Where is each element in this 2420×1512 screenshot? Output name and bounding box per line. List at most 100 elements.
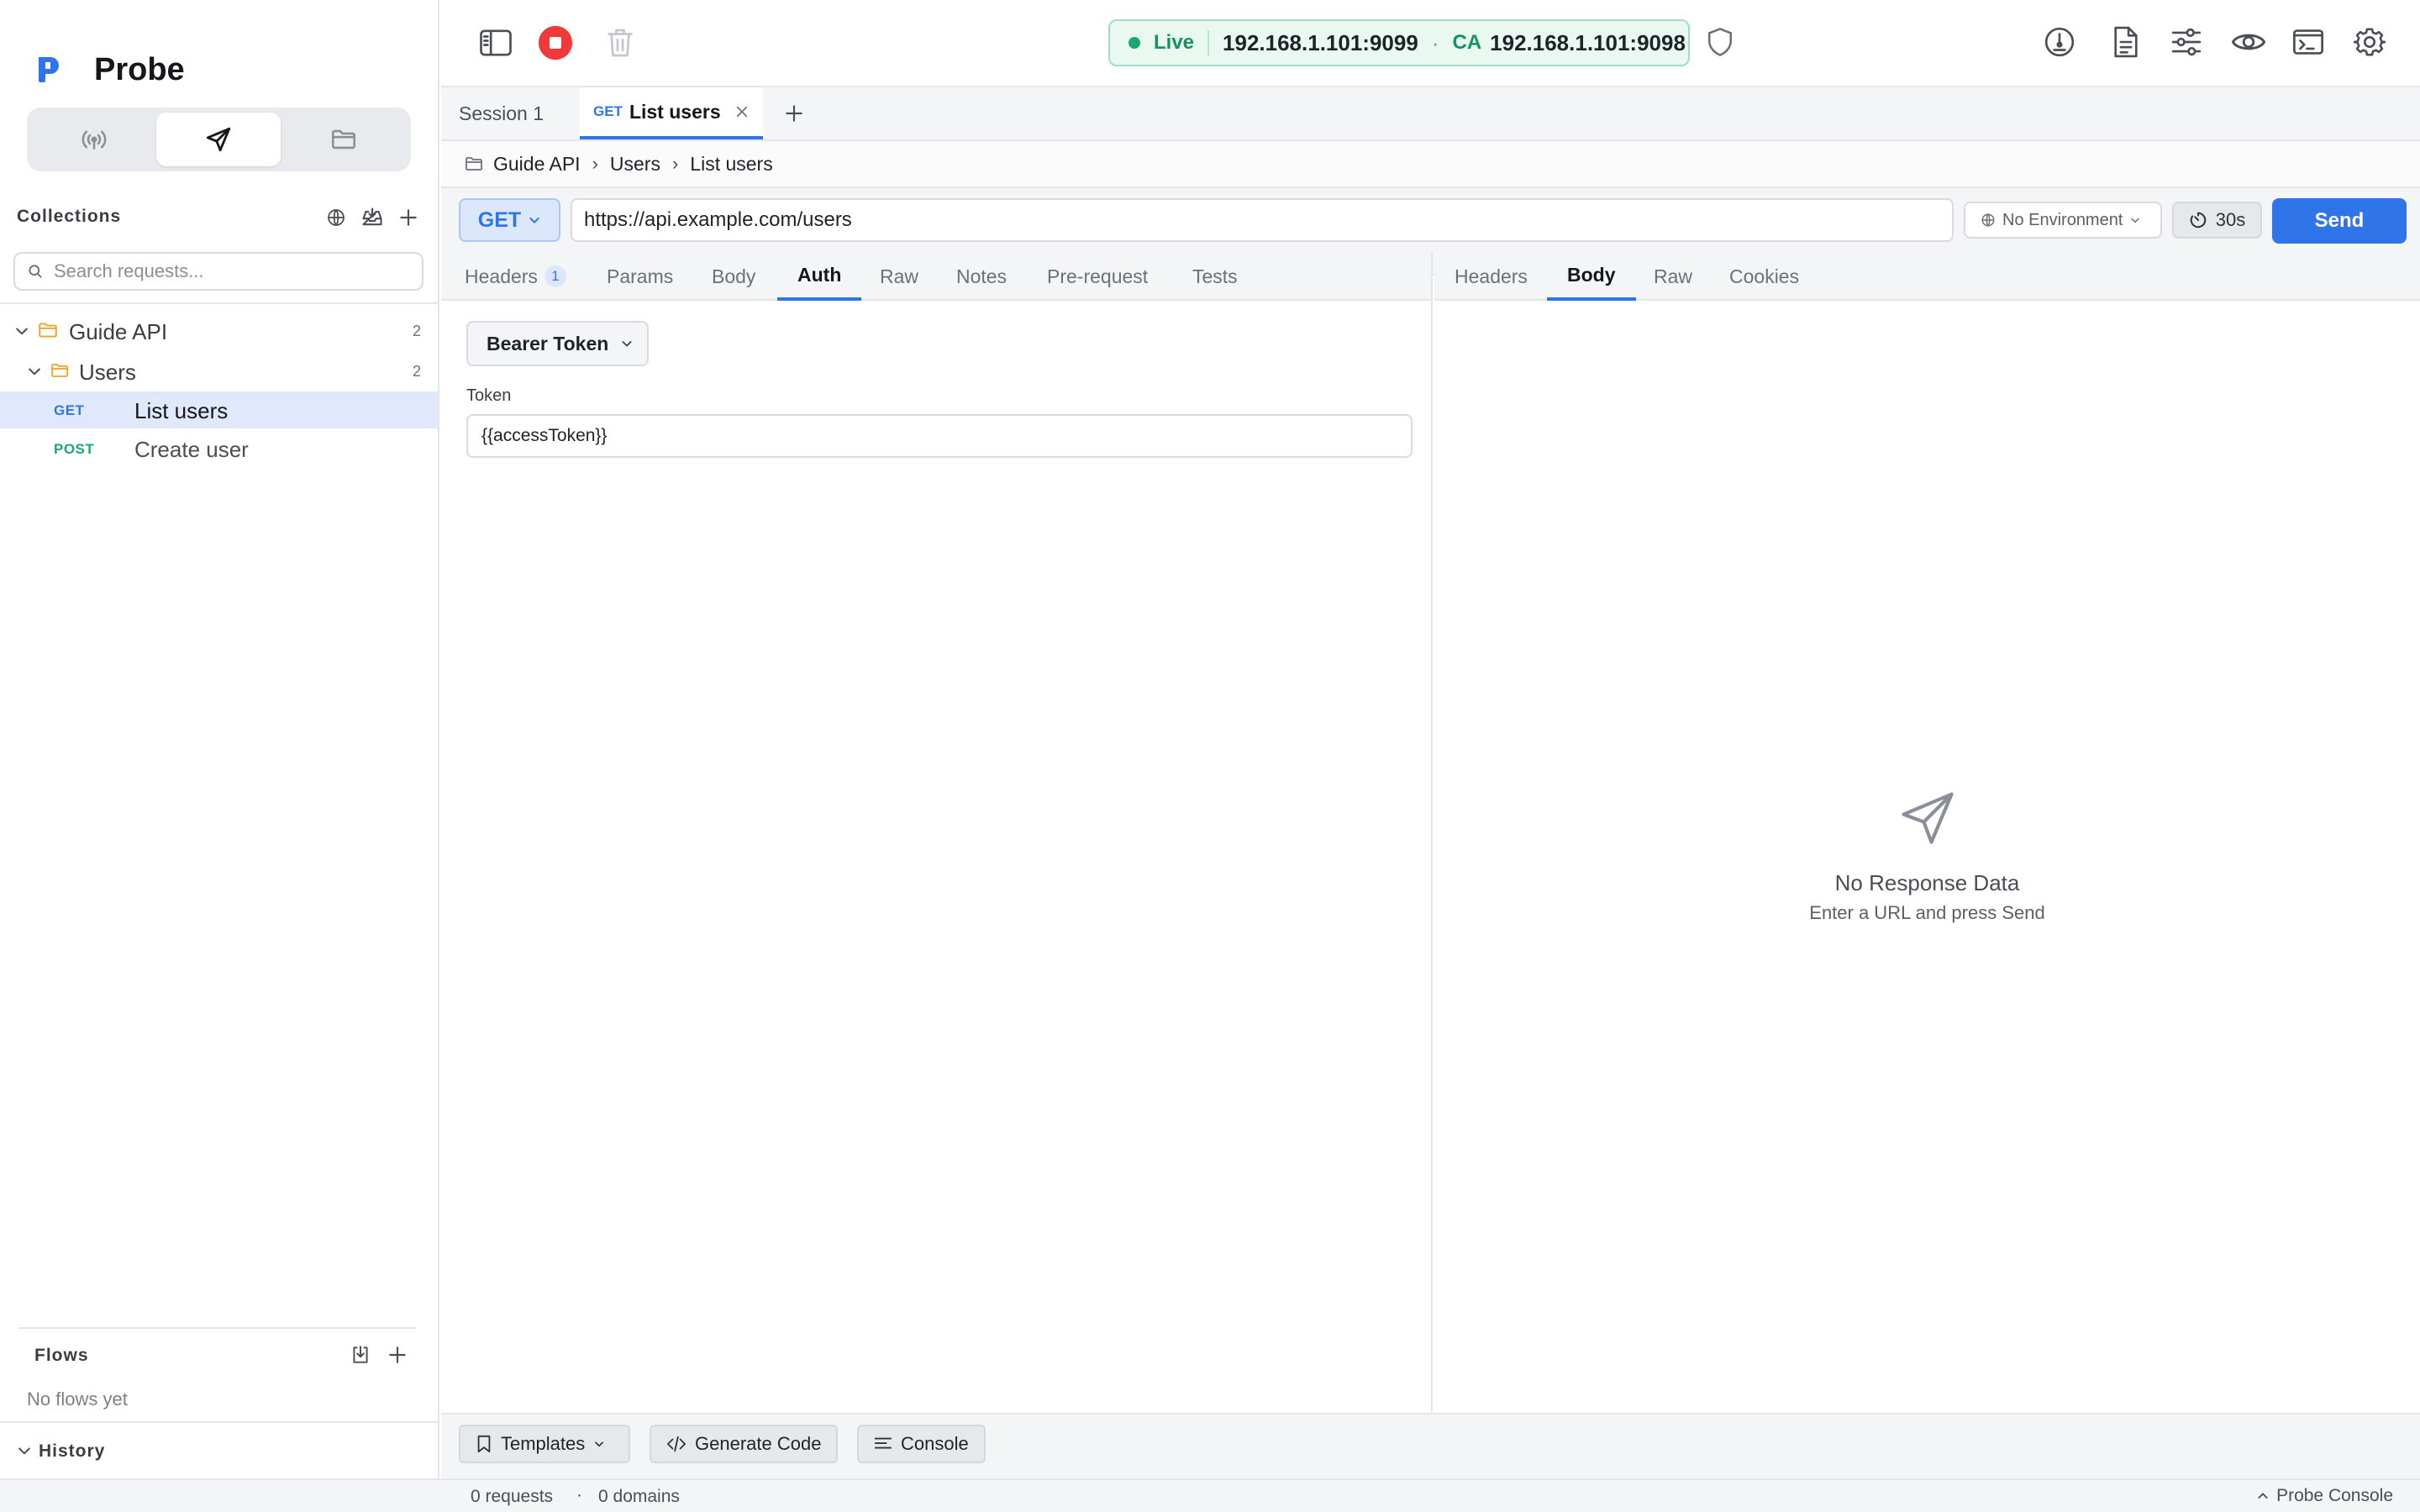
timeout-button[interactable]: 30s bbox=[2172, 202, 2262, 239]
breadcrumb-folder[interactable]: Users bbox=[610, 153, 660, 176]
live-separator bbox=[1207, 30, 1210, 55]
live-dot-icon bbox=[1128, 37, 1140, 49]
docs-button[interactable] bbox=[2105, 21, 2147, 63]
terminal-icon bbox=[2292, 28, 2324, 56]
send-button[interactable]: Send bbox=[2272, 198, 2407, 244]
performance-button[interactable] bbox=[2039, 21, 2081, 63]
live-label: Live bbox=[1154, 31, 1195, 54]
folder-users[interactable]: Users 2 bbox=[0, 353, 438, 390]
live-status-pill[interactable]: Live 192.168.1.101:9099 · CA 192.168.1.1… bbox=[1108, 19, 1690, 66]
plus-icon bbox=[387, 1344, 408, 1366]
collections-title: Collections bbox=[17, 207, 122, 226]
empty-response-title: No Response Data bbox=[1834, 870, 2020, 895]
history-title[interactable]: History bbox=[39, 1441, 105, 1462]
tab-label: Pre-request bbox=[1047, 265, 1149, 287]
auth-type-select[interactable]: Bearer Token bbox=[466, 321, 649, 366]
response-tab-raw[interactable]: Raw bbox=[1654, 252, 1692, 301]
tab-body[interactable]: Body bbox=[712, 252, 755, 301]
templates-button[interactable]: Templates bbox=[459, 1425, 631, 1463]
add-flow-button[interactable] bbox=[383, 1341, 412, 1369]
toggle-sidebar-button[interactable] bbox=[475, 22, 517, 64]
gauge-icon bbox=[2044, 26, 2075, 58]
tab-method-tag: GET bbox=[593, 103, 623, 119]
console-label: Console bbox=[901, 1433, 969, 1454]
preview-button[interactable] bbox=[2228, 21, 2270, 63]
flows-empty-text: No flows yet bbox=[27, 1389, 128, 1410]
search-icon bbox=[27, 263, 44, 280]
tab-label: List users bbox=[629, 100, 721, 123]
send-icon bbox=[1897, 788, 1958, 848]
chevron-up-icon bbox=[2256, 1489, 2270, 1503]
tab-list-users[interactable]: GET List users bbox=[580, 87, 763, 139]
request-create-user[interactable]: POST Create user bbox=[0, 430, 438, 467]
tab-raw[interactable]: Raw bbox=[880, 252, 918, 301]
token-input[interactable] bbox=[466, 414, 1413, 458]
console-lines-icon bbox=[874, 1436, 901, 1452]
probe-console-toggle[interactable]: Probe Console bbox=[2256, 1486, 2393, 1506]
filters-button[interactable] bbox=[2165, 21, 2207, 63]
search-requests-field[interactable] bbox=[13, 252, 424, 291]
breadcrumb-request: List users bbox=[690, 152, 773, 175]
flows-divider bbox=[18, 1327, 417, 1329]
chevron-down-icon bbox=[528, 213, 541, 227]
tab-label: Tests bbox=[1192, 265, 1238, 287]
domain-count: 0 domains bbox=[598, 1487, 680, 1506]
proxy-address: 192.168.1.101:9099 bbox=[1223, 29, 1418, 55]
tab-auth[interactable]: Auth bbox=[777, 252, 862, 301]
method-value: GET bbox=[477, 207, 522, 232]
tab-label: Session 1 bbox=[459, 102, 544, 124]
response-tab-body[interactable]: Body bbox=[1547, 252, 1636, 301]
import-icon bbox=[350, 1344, 371, 1366]
console-button[interactable]: Console bbox=[857, 1425, 986, 1463]
tab-label: Params bbox=[607, 265, 674, 287]
response-tab-cookies[interactable]: Cookies bbox=[1729, 252, 1799, 301]
request-name: Create user bbox=[134, 437, 249, 462]
templates-label: Templates bbox=[501, 1433, 586, 1454]
tab-label: Raw bbox=[1654, 265, 1693, 287]
tab-pre-request[interactable]: Pre-request bbox=[1047, 252, 1148, 301]
folder-name: Users bbox=[79, 360, 136, 385]
request-list-users[interactable]: GET List users bbox=[0, 391, 438, 428]
security-button[interactable] bbox=[1699, 21, 1741, 63]
method-select[interactable]: GET bbox=[459, 198, 560, 242]
history-chevron-down-icon[interactable] bbox=[16, 1442, 33, 1459]
tab-label: Headers bbox=[465, 265, 538, 287]
tab-tests[interactable]: Tests bbox=[1192, 252, 1238, 301]
settings-button[interactable] bbox=[2349, 21, 2391, 63]
collection-guide-api[interactable]: Guide API 2 bbox=[0, 312, 438, 349]
import-collection-button[interactable] bbox=[358, 203, 387, 232]
breadcrumb-collection[interactable]: Guide API bbox=[493, 153, 581, 176]
tab-params[interactable]: Params bbox=[607, 252, 673, 301]
response-tab-headers[interactable]: Headers bbox=[1455, 252, 1528, 301]
environment-select[interactable]: No Environment bbox=[1964, 202, 2162, 239]
toolbar: Live 192.168.1.101:9099 · CA 192.168.1.1… bbox=[441, 0, 2420, 87]
generate-code-button[interactable]: Generate Code bbox=[650, 1425, 839, 1463]
broadcast-icon bbox=[80, 125, 108, 154]
terminal-button[interactable] bbox=[2287, 21, 2329, 63]
search-requests-input[interactable] bbox=[54, 260, 407, 282]
add-collection-button[interactable] bbox=[394, 203, 423, 232]
sidebar-toggle-icon bbox=[479, 29, 513, 57]
clear-button[interactable] bbox=[599, 22, 641, 64]
sliders-icon bbox=[2170, 27, 2202, 57]
request-count: 0 requests bbox=[471, 1487, 554, 1506]
tab-label: Raw bbox=[880, 265, 919, 287]
plus-icon bbox=[397, 207, 419, 228]
chevron-down-icon bbox=[26, 363, 43, 380]
import-flow-button[interactable] bbox=[346, 1341, 375, 1369]
globe-button[interactable] bbox=[322, 203, 350, 232]
timer-icon bbox=[2189, 211, 2207, 229]
status-bar: 0 requests · 0 domains Probe Console bbox=[0, 1478, 2420, 1512]
url-input[interactable] bbox=[571, 198, 1954, 242]
history-divider bbox=[0, 1421, 438, 1423]
tab-notes[interactable]: Notes bbox=[956, 252, 1007, 301]
mode-capture-button[interactable] bbox=[32, 113, 156, 166]
tab-headers[interactable]: Headers 1 bbox=[465, 252, 566, 301]
mode-files-button[interactable] bbox=[281, 113, 406, 166]
tab-session-1[interactable]: Session 1 bbox=[459, 87, 576, 139]
stop-capture-button[interactable] bbox=[534, 22, 576, 64]
close-tab-icon[interactable] bbox=[734, 104, 750, 119]
bottom-toolbar: Templates Generate Code Console bbox=[441, 1413, 2420, 1478]
new-tab-button[interactable] bbox=[777, 87, 811, 139]
mode-requests-button[interactable] bbox=[156, 113, 281, 166]
